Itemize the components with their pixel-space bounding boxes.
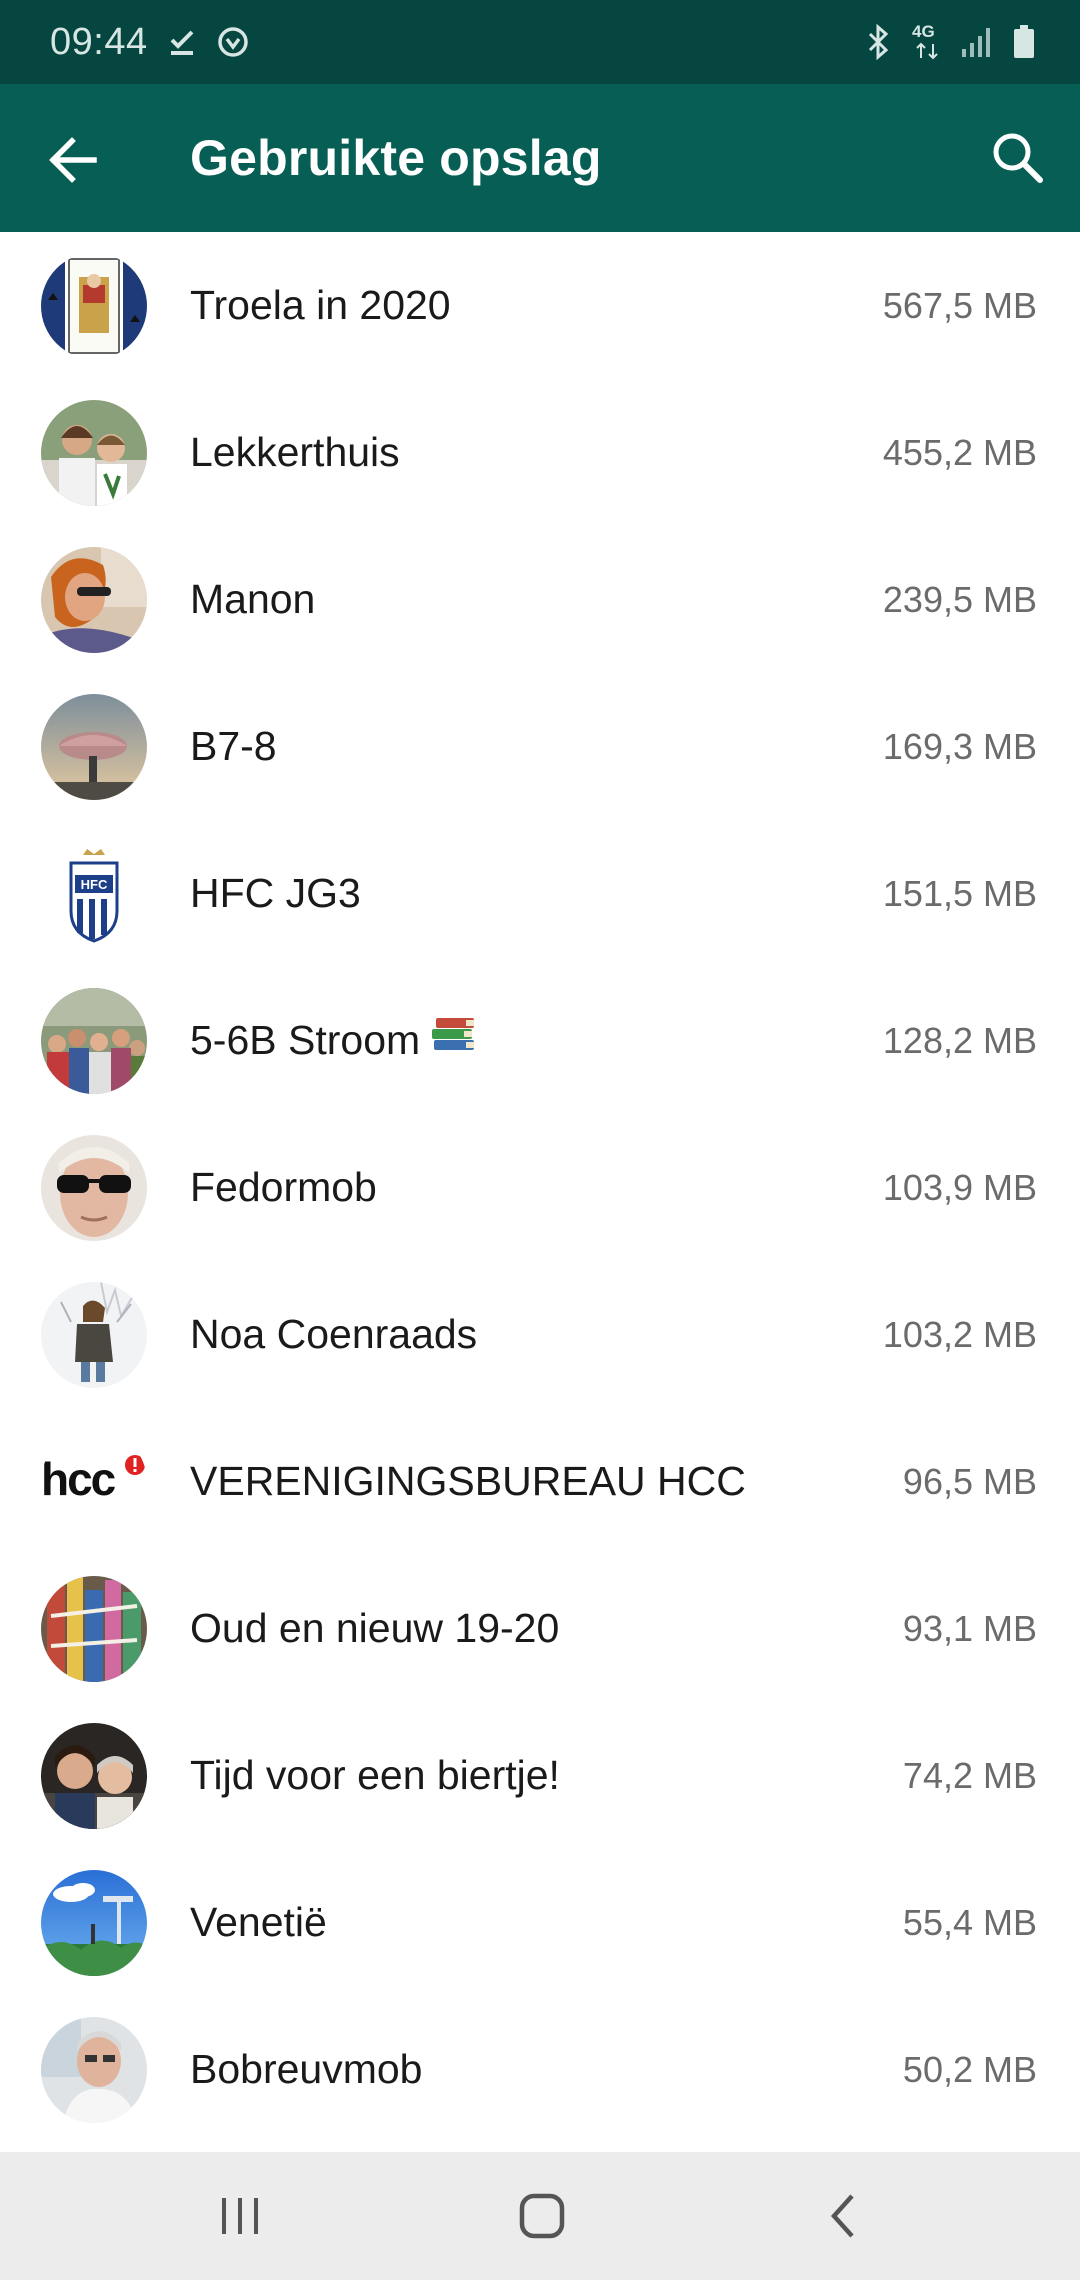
chat-name: 5-6B Stroom [190,967,478,1114]
network-type-icon: 4G [912,22,942,62]
page-title: Gebruikte opslag [190,130,602,186]
chat-name: Fedormob [190,1164,377,1210]
chat-size: 93,1 MB [902,1608,1037,1649]
battery-icon [1012,24,1036,60]
back-nav-button[interactable] [814,2186,874,2246]
chat-size: 169,3 MB [882,726,1037,767]
hcc-logo-avatar: hcc [41,1429,147,1535]
chat-size: 74,2 MB [902,1755,1037,1796]
chat-size: 455,2 MB [882,432,1037,473]
chat-name: Troela in 2020 [190,282,451,328]
chat-name: Lekkerthuis [190,429,400,475]
chat-row[interactable]: Oud en nieuw 19-20 93,1 MB [0,1555,1080,1702]
chat-size: 55,4 MB [902,1902,1037,1943]
chat-size: 128,2 MB [882,1020,1037,1061]
chat-name: HFC JG3 [190,870,361,916]
app-bar: Gebruikte opslag [0,84,1080,232]
bluetooth-icon [864,24,894,60]
chat-row[interactable]: Lekkerthuis 455,2 MB [0,379,1080,526]
recent-apps-button[interactable] [210,2186,270,2246]
chat-row[interactable]: hcc VERENIGINGSBUREAU HCC 96,5 MB [0,1408,1080,1555]
chat-size: 151,5 MB [882,873,1037,914]
chat-name: Oud en nieuw 19-20 [190,1605,560,1651]
arrow-back-icon [49,137,97,183]
chat-row[interactable]: Manon 239,5 MB [0,526,1080,673]
landscape-photo-avatar [41,1870,147,1976]
playing-card-avatar [41,253,147,359]
chat-row[interactable]: Venetië 55,4 MB [0,1849,1080,1996]
search-button[interactable] [986,126,1050,190]
chevron-left-icon [830,2194,854,2238]
recent-apps-icon [222,2198,258,2234]
home-button[interactable] [512,2186,572,2246]
network-type-label: 4G [912,22,935,41]
photo-avatar [41,1576,147,1682]
chat-row[interactable]: Tijd voor een biertje! 74,2 MB [0,1702,1080,1849]
chat-size: 103,9 MB [882,1167,1037,1208]
books-emoji [430,967,478,1114]
signal-icon [960,25,994,59]
chat-size: 239,5 MB [882,579,1037,620]
chat-size: 50,2 MB [902,2049,1037,2090]
person-photo-avatar [41,547,147,653]
chat-size: 103,2 MB [882,1314,1037,1355]
landscape-photo-avatar [41,694,147,800]
navigation-bar [0,2152,1080,2280]
chat-name: Tijd voor een biertje! [190,1752,560,1798]
hcc-logo-text: hcc [41,1453,116,1505]
club-crest-avatar: HFC [41,841,147,947]
group-photo-avatar [41,988,147,1094]
status-bar: 09:44 4G [0,0,1080,84]
chat-row[interactable]: Bobreuvmob 50,2 MB [0,1996,1080,2143]
chat-name: VERENIGINGSBUREAU HCC [190,1458,746,1504]
chat-size: 567,5 MB [882,285,1037,326]
chat-row[interactable]: Troela in 2020 567,5 MB [0,232,1080,379]
download-done-icon [166,26,198,58]
chat-row[interactable]: Fedormob 103,9 MB [0,1114,1080,1261]
sync-icon [216,25,250,59]
svg-text:HFC: HFC [81,877,108,892]
storage-chat-list: Troela in 2020 567,5 MB Lekkerthuis 455,… [0,232,1080,2152]
chat-row[interactable]: 5-6B Stroom 128,2 MB [0,967,1080,1114]
chat-name: Venetië [190,1899,327,1945]
chat-name: Manon [190,576,316,622]
chat-name: Bobreuvmob [190,2046,423,2092]
chat-row[interactable]: B7-8 169,3 MB [0,673,1080,820]
person-photo-avatar [41,2017,147,2123]
search-icon [993,133,1043,183]
group-photo-avatar [41,400,147,506]
chat-name-text: 5-6B Stroom [190,1017,421,1063]
group-photo-avatar [41,1723,147,1829]
chat-name: Noa Coenraads [190,1311,478,1357]
status-time: 09:44 [50,20,148,63]
chat-row[interactable]: HFC HFC JG3 151,5 MB [0,820,1080,967]
home-icon [519,2193,565,2239]
chat-row[interactable]: Noa Coenraads 103,2 MB [0,1261,1080,1408]
person-photo-avatar [41,1135,147,1241]
person-photo-avatar [41,1282,147,1388]
chat-size: 96,5 MB [902,1461,1037,1502]
back-button[interactable] [42,128,106,192]
chat-name: B7-8 [190,723,277,769]
